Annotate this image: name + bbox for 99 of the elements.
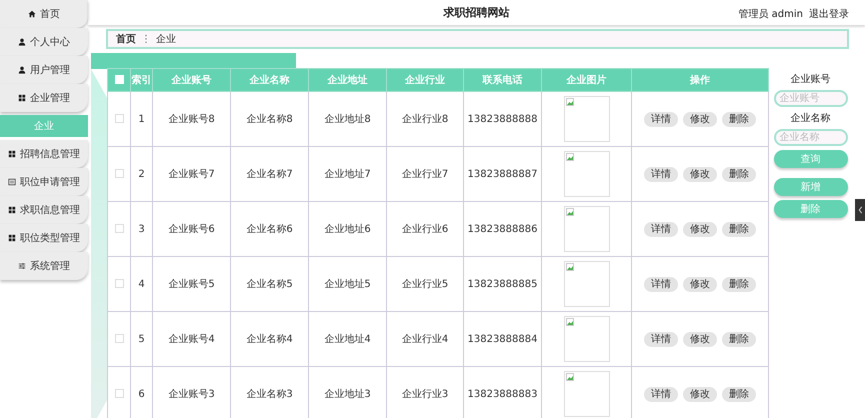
table-cell: 13823888884 bbox=[464, 312, 542, 366]
user-icon bbox=[18, 66, 26, 74]
broken-image-icon bbox=[566, 318, 574, 326]
sidebar-item[interactable]: 企业管理 bbox=[0, 84, 88, 112]
action-button[interactable]: 详情 bbox=[644, 222, 678, 236]
column-header: 企业行业 bbox=[386, 68, 464, 92]
action-button[interactable]: 删除 bbox=[722, 112, 756, 126]
field-label: 企业账号 bbox=[790, 72, 830, 86]
chevron-left-icon bbox=[858, 206, 862, 214]
table-cell: 13823888887 bbox=[464, 146, 542, 202]
table-cell: 4 bbox=[130, 256, 152, 312]
select-all-checkbox[interactable] bbox=[114, 75, 124, 84]
broken-image-icon bbox=[566, 153, 574, 161]
action-button[interactable]: 删除 bbox=[722, 222, 756, 236]
logout-link[interactable]: 退出登录 bbox=[809, 7, 849, 21]
table-cell: 企业地址8 bbox=[308, 92, 386, 146]
breadcrumb-current: 企业 bbox=[156, 32, 176, 46]
breadcrumb-link[interactable]: 首页 bbox=[116, 32, 136, 46]
action-button[interactable]: 修改 bbox=[683, 166, 717, 182]
action-button[interactable]: 修改 bbox=[683, 112, 717, 126]
user-icon bbox=[18, 38, 26, 46]
table-cell: 企业地址4 bbox=[308, 312, 386, 366]
table-cell: 企业地址5 bbox=[308, 256, 386, 312]
broken-image-icon bbox=[566, 263, 574, 271]
site-title: 求职招聘网站 bbox=[444, 5, 510, 20]
table-cell: 企业名称4 bbox=[230, 312, 308, 366]
table-cell: 3 bbox=[130, 202, 152, 256]
table-cell: 2 bbox=[130, 146, 152, 202]
column-header: 索引 bbox=[130, 68, 152, 92]
table-cell: 1 bbox=[130, 92, 152, 146]
action-button[interactable]: 修改 bbox=[683, 332, 717, 346]
sidebar-item[interactable]: 个人中心 bbox=[0, 28, 88, 56]
document-icon bbox=[8, 178, 16, 186]
sidebar-item[interactable]: 用户管理 bbox=[0, 56, 88, 84]
action-button[interactable]: 删除 bbox=[722, 166, 756, 182]
table-cell: 企业账号5 bbox=[152, 256, 230, 312]
action-button[interactable]: 修改 bbox=[683, 276, 717, 292]
table-cell: 企业账号7 bbox=[152, 146, 230, 202]
collapse-tab[interactable] bbox=[855, 199, 865, 221]
grid-icon bbox=[8, 234, 16, 242]
table-cell: 企业地址7 bbox=[308, 146, 386, 202]
sidebar-item[interactable]: 系统管理 bbox=[0, 252, 88, 280]
table-cell: 企业地址6 bbox=[308, 202, 386, 256]
search-field[interactable]: 企业名称 bbox=[774, 129, 848, 146]
search-field[interactable]: 企业账号 bbox=[774, 90, 848, 107]
grid-icon bbox=[18, 94, 26, 102]
broken-image-icon bbox=[566, 98, 574, 106]
sidebar-item[interactable]: 首页 bbox=[0, 0, 88, 28]
action-button[interactable]: 删除 bbox=[722, 276, 756, 292]
table-cell: 企业行业6 bbox=[386, 202, 464, 256]
action-button[interactable]: 详情 bbox=[644, 166, 678, 182]
table-cell: 13823888886 bbox=[464, 202, 542, 256]
action-button[interactable]: 修改 bbox=[683, 222, 717, 236]
grid-icon bbox=[8, 206, 16, 214]
row-checkbox[interactable] bbox=[114, 169, 124, 178]
sidebar-item[interactable]: 求职信息管理 bbox=[0, 196, 88, 224]
table-cell: 企业行业4 bbox=[386, 312, 464, 366]
table-cell: 企业账号4 bbox=[152, 312, 230, 366]
table-cell: 5 bbox=[130, 312, 152, 366]
action-button[interactable]: 详情 bbox=[644, 332, 678, 346]
column-header: 企业图片 bbox=[542, 68, 632, 92]
column-header: 企业账号 bbox=[152, 68, 230, 92]
column-header: 联系电话 bbox=[464, 68, 542, 92]
table-cell: 企业行业7 bbox=[386, 146, 464, 202]
broken-image-icon bbox=[566, 373, 574, 381]
table-cell: 企业行业5 bbox=[386, 256, 464, 312]
broken-image-icon bbox=[566, 208, 574, 216]
row-checkbox[interactable] bbox=[114, 334, 124, 344]
table-cell: 企业账号8 bbox=[152, 92, 230, 146]
row-checkbox[interactable] bbox=[114, 114, 124, 124]
breadcrumb-separator: ⋮ bbox=[141, 34, 151, 44]
table-cell: 企业名称7 bbox=[230, 146, 308, 202]
column-header: 企业名称 bbox=[230, 68, 308, 92]
row-checkbox[interactable] bbox=[114, 279, 124, 288]
action-button[interactable]: 删除 bbox=[722, 332, 756, 346]
row-checkbox[interactable] bbox=[114, 389, 124, 398]
table-cell: 企业名称5 bbox=[230, 256, 308, 312]
table-cell: 13823888888 bbox=[464, 92, 542, 146]
action-button[interactable]: 删除 bbox=[722, 386, 756, 402]
grid-icon bbox=[8, 150, 16, 158]
admin-label: 管理员 admin bbox=[738, 8, 803, 21]
action-button[interactable]: 详情 bbox=[644, 276, 678, 292]
table-cell: 企业账号6 bbox=[152, 202, 230, 256]
table-cell: 企业名称6 bbox=[230, 202, 308, 256]
home-icon bbox=[28, 10, 36, 18]
sidebar-item[interactable]: 招聘信息管理 bbox=[0, 140, 88, 168]
action-button[interactable]: 详情 bbox=[644, 112, 678, 126]
field-label: 企业名称 bbox=[790, 112, 830, 125]
sidebar-item[interactable]: 职位类型管理 bbox=[0, 224, 88, 252]
table-cell: 企业行业8 bbox=[386, 92, 464, 146]
sidebar-item[interactable]: 职位申请管理 bbox=[0, 168, 88, 196]
table-cell: 企业名称8 bbox=[230, 92, 308, 146]
row-checkbox[interactable] bbox=[114, 224, 124, 234]
table-cell: 13823888885 bbox=[464, 256, 542, 312]
settings-icon bbox=[18, 262, 26, 270]
column-header: 操作 bbox=[632, 68, 768, 92]
action-button[interactable]: 详情 bbox=[644, 386, 678, 402]
column-header: 企业地址 bbox=[308, 68, 386, 92]
action-button[interactable]: 修改 bbox=[683, 386, 717, 402]
